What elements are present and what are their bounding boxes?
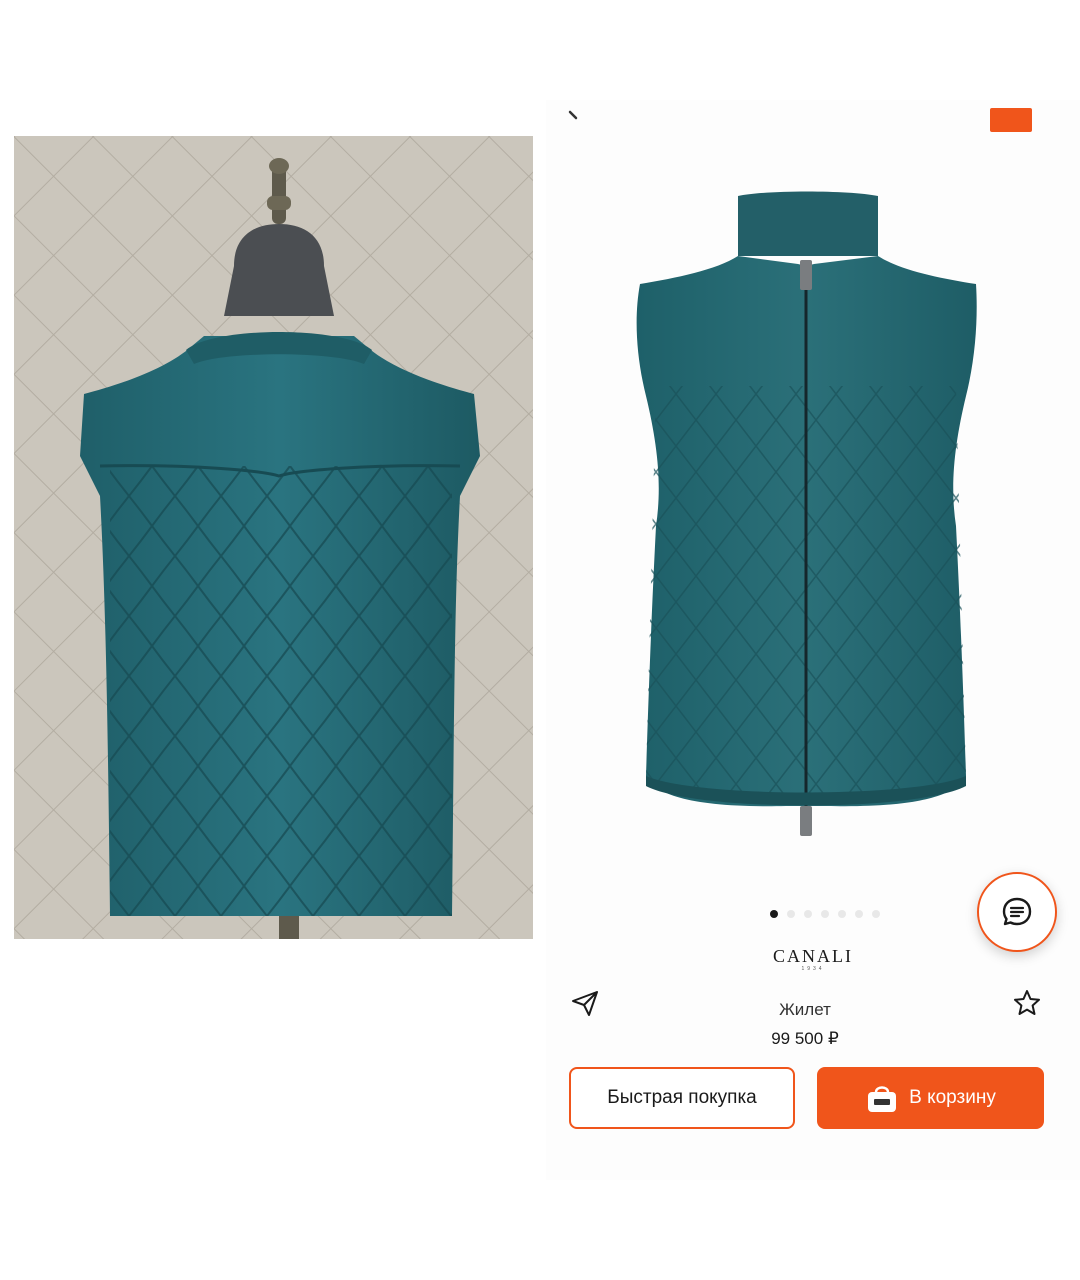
pagination-dot[interactable] — [855, 910, 863, 918]
star-outline-icon[interactable] — [1012, 988, 1042, 1018]
pagination-dot[interactable] — [821, 910, 829, 918]
brand-logo[interactable]: CANALI — [546, 946, 1080, 967]
header-badge[interactable] — [990, 108, 1032, 132]
add-to-cart-label: В корзину — [909, 1087, 996, 1108]
product-screen: CANALI 1934 Жилет 99 500 ₽ Быстрая покуп… — [546, 100, 1080, 1180]
pagination-dot[interactable] — [770, 910, 778, 918]
pagination-dot[interactable] — [872, 910, 880, 918]
vest-back-photo — [14, 136, 533, 939]
product-price: 99 500 ₽ — [771, 1029, 839, 1048]
product-name: Жилет — [779, 1000, 831, 1019]
quick-buy-button[interactable]: Быстрая покупка — [569, 1067, 795, 1129]
chat-bubble-icon — [1002, 897, 1032, 926]
shopping-bag-icon — [865, 1081, 899, 1115]
chat-button[interactable] — [977, 872, 1057, 952]
brand-logo-year: 1934 — [801, 966, 825, 972]
pagination-dot[interactable] — [838, 910, 846, 918]
pagination-dot[interactable] — [787, 910, 795, 918]
pagination-dot[interactable] — [804, 910, 812, 918]
product-main-image[interactable] — [616, 186, 996, 938]
add-to-cart-button[interactable]: В корзину — [817, 1067, 1044, 1129]
chevron-left-icon[interactable] — [566, 106, 584, 128]
